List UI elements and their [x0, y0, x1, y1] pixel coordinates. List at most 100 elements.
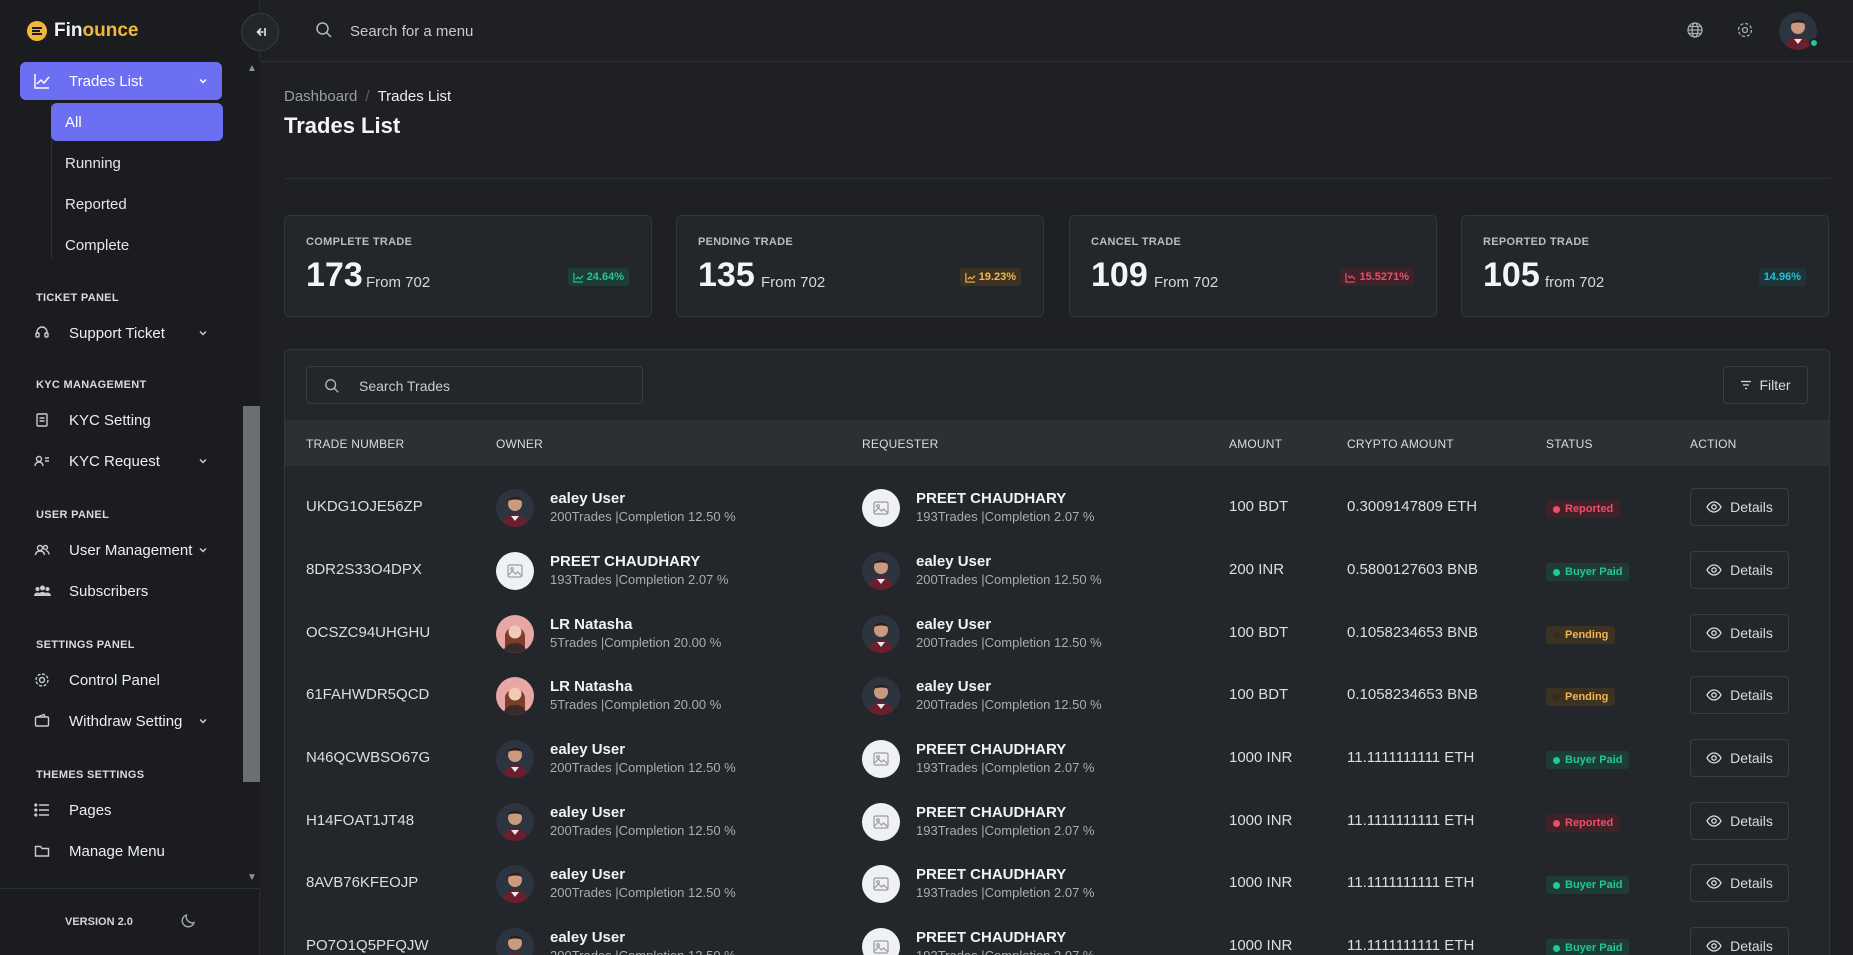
sidebar-item-kyc-setting[interactable]: KYC Setting — [20, 401, 222, 439]
owner-name[interactable]: LR Natasha — [550, 616, 721, 634]
globe-icon[interactable] — [1686, 21, 1704, 42]
moon-icon[interactable] — [181, 912, 197, 931]
filter-button[interactable]: Filter — [1723, 366, 1808, 404]
details-button[interactable]: Details — [1690, 802, 1789, 840]
brand-logo[interactable]: Finounce — [26, 18, 138, 44]
details-button[interactable]: Details — [1690, 488, 1789, 526]
sidebar-item-label: Subscribers — [69, 582, 149, 600]
status-label: Pending — [1565, 691, 1609, 703]
crypto-amount: 11.1111111111 ETH — [1347, 874, 1475, 891]
table-row[interactable]: OCSZC94UHGHU LR Natasha 5Trades |Complet… — [285, 602, 1829, 665]
breadcrumb-dashboard[interactable]: Dashboard — [284, 88, 357, 105]
column-header-owner[interactable]: OWNER — [496, 437, 543, 451]
avatar[interactable] — [862, 615, 900, 653]
owner-name[interactable]: ealey User — [550, 929, 736, 947]
owner-stats: 5Trades |Completion 20.00 % — [550, 635, 722, 650]
table-row[interactable]: H14FOAT1JT48 ealey User 200Trades |Compl… — [285, 790, 1829, 853]
owner-name[interactable]: ealey User — [550, 866, 736, 884]
sidebar-item-control-panel[interactable]: Control Panel — [20, 661, 222, 699]
table-row[interactable]: UKDG1OJE56ZP ealey User 200Trades |Compl… — [285, 476, 1829, 539]
requester-name[interactable]: ealey User — [916, 553, 1102, 571]
details-button[interactable]: Details — [1690, 864, 1789, 902]
table-row[interactable]: 61FAHWDR5QCD LR Natasha 5Trades |Complet… — [285, 664, 1829, 727]
sidebar-scrollbar-thumb[interactable] — [243, 406, 260, 782]
avatar[interactable] — [496, 803, 534, 841]
trades-search-input[interactable] — [359, 376, 629, 396]
avatar[interactable] — [496, 865, 534, 903]
column-header-crypto-amount[interactable]: CRYPTO AMOUNT — [1347, 437, 1454, 451]
table-row[interactable]: 8AVB76KFEOJP ealey User 200Trades |Compl… — [285, 852, 1829, 915]
image-placeholder-icon[interactable] — [496, 552, 534, 590]
sidebar-item-withdraw-setting[interactable]: Withdraw Setting — [20, 702, 222, 740]
sidebar-subitem-all[interactable]: All — [51, 103, 223, 141]
crypto-amount: 0.1058234653 BNB — [1347, 624, 1478, 641]
requester-name[interactable]: PREET CHAUDHARY — [916, 490, 1095, 508]
sidebar-item-label: User Management — [69, 541, 193, 559]
requester-name[interactable]: PREET CHAUDHARY — [916, 804, 1095, 822]
avatar[interactable] — [496, 615, 534, 653]
owner-name[interactable]: LR Natasha — [550, 678, 721, 696]
sidebar-collapse-button[interactable] — [241, 13, 279, 51]
owner-name[interactable]: PREET CHAUDHARY — [550, 553, 729, 571]
sidebar-footer: VERSION 2.0 — [0, 888, 260, 955]
avatar[interactable] — [862, 677, 900, 715]
stat-label: PENDING TRADE — [698, 236, 793, 248]
column-header-trade-number[interactable]: TRADE NUMBER — [306, 437, 404, 451]
owner-name[interactable]: ealey User — [550, 741, 736, 759]
sidebar-item-pages[interactable]: Pages — [20, 791, 222, 829]
avatar[interactable] — [496, 740, 534, 778]
chevron-down-icon — [198, 76, 208, 86]
status-label: Buyer Paid — [1565, 942, 1623, 954]
image-placeholder-icon[interactable] — [862, 865, 900, 903]
owner-info: PREET CHAUDHARY 193Trades |Completion 2.… — [550, 553, 729, 589]
requester-name[interactable]: PREET CHAUDHARY — [916, 866, 1095, 884]
scroll-up-icon[interactable]: ▲ — [246, 63, 258, 75]
trades-search-box[interactable] — [306, 366, 643, 404]
avatar[interactable] — [496, 928, 534, 955]
stat-change-value: 24.64% — [586, 271, 624, 283]
table-row[interactable]: N46QCWBSO67G ealey User 200Trades |Compl… — [285, 727, 1829, 790]
status-dot — [1553, 819, 1560, 827]
details-button[interactable]: Details — [1690, 739, 1789, 777]
sidebar-item-support-ticket[interactable]: Support Ticket — [20, 314, 222, 352]
details-button[interactable]: Details — [1690, 551, 1789, 589]
sidebar-subitem-complete[interactable]: Complete — [51, 226, 223, 264]
settings-icon[interactable] — [1736, 21, 1754, 42]
details-button[interactable]: Details — [1690, 927, 1789, 955]
details-button[interactable]: Details — [1690, 676, 1789, 714]
owner-stats: 200Trades |Completion 12.50 % — [550, 947, 736, 955]
menu-search-input[interactable] — [350, 19, 750, 43]
requester-cell: PREET CHAUDHARY 193Trades |Completion 2.… — [862, 802, 1095, 842]
column-header-amount[interactable]: AMOUNT — [1229, 437, 1282, 451]
requester-name[interactable]: ealey User — [916, 678, 1102, 696]
scroll-down-icon[interactable]: ▼ — [246, 872, 258, 884]
image-placeholder-icon[interactable] — [862, 740, 900, 778]
sidebar-item-user-management[interactable]: User Management — [20, 531, 222, 569]
sidebar-item-manage-menu[interactable]: Manage Menu — [20, 832, 222, 870]
sidebar-item-subscribers[interactable]: Subscribers — [20, 572, 222, 610]
avatar[interactable] — [496, 677, 534, 715]
sidebar-item-kyc-request[interactable]: KYC Request — [20, 442, 222, 480]
avatar[interactable] — [862, 552, 900, 590]
amount: 1000 INR — [1229, 874, 1293, 891]
image-placeholder-icon[interactable] — [862, 803, 900, 841]
table-row[interactable]: 8DR2S33O4DPX PREET CHAUDHARY 193Trades |… — [285, 539, 1829, 602]
owner-name[interactable]: ealey User — [550, 804, 736, 822]
column-header-status[interactable]: STATUS — [1546, 437, 1593, 451]
owner-name[interactable]: ealey User — [550, 490, 736, 508]
table-row[interactable]: PO7O1Q5PFQJW ealey User 200Trades |Compl… — [285, 915, 1829, 955]
image-placeholder-icon[interactable] — [862, 928, 900, 955]
sidebar-subitem-running[interactable]: Running — [51, 144, 223, 182]
section-settings-panel: SETTINGS PANEL — [36, 639, 135, 651]
requester-name[interactable]: ealey User — [916, 616, 1102, 634]
image-placeholder-icon[interactable] — [862, 489, 900, 527]
chevron-down-icon — [198, 328, 208, 338]
requester-name[interactable]: PREET CHAUDHARY — [916, 929, 1095, 947]
sidebar-subitem-reported[interactable]: Reported — [51, 185, 223, 223]
owner-info: ealey User 200Trades |Completion 12.50 % — [550, 929, 736, 955]
details-button[interactable]: Details — [1690, 614, 1789, 652]
requester-name[interactable]: PREET CHAUDHARY — [916, 741, 1095, 759]
avatar[interactable] — [496, 489, 534, 527]
column-header-requester[interactable]: REQUESTER — [862, 437, 938, 451]
sidebar-item-trades-list[interactable]: Trades List — [20, 62, 222, 100]
